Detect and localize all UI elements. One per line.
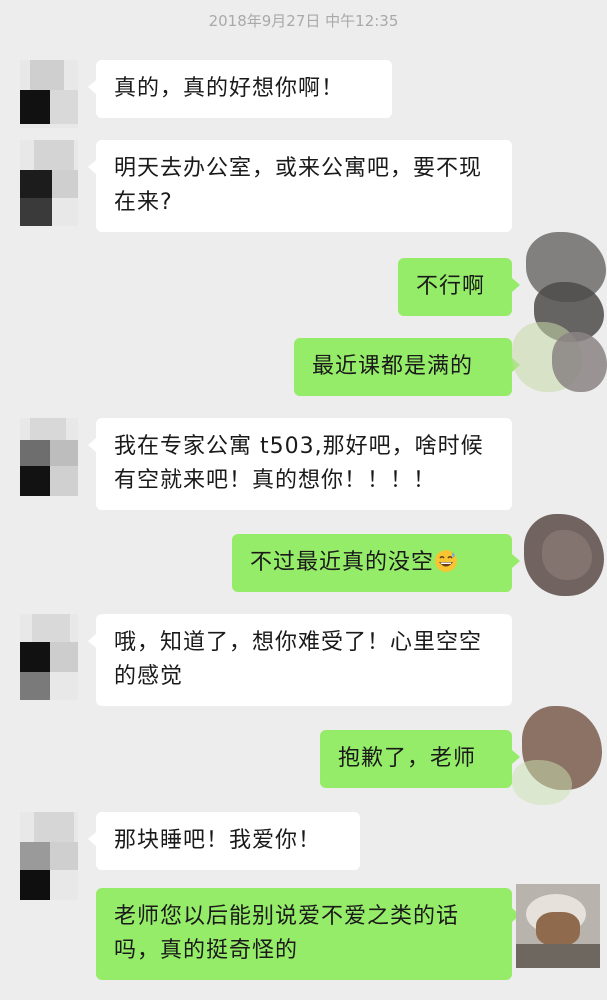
sender-avatar[interactable] (20, 812, 78, 900)
message-row: 那块睡吧！我爱你！ (0, 812, 607, 900)
outgoing-message-bubble[interactable]: 最近课都是满的 (294, 338, 520, 396)
grinning-sweat-emoji-icon (435, 550, 458, 572)
sender-avatar[interactable] (20, 140, 78, 226)
message-text: 不过最近真的没空 (250, 550, 435, 575)
outgoing-message-bubble[interactable]: 抱歉了，老师 (320, 730, 520, 788)
incoming-message-bubble[interactable]: 那块睡吧！我爱你！ (88, 812, 360, 870)
incoming-message-bubble[interactable]: 我在专家公寓 t503,那好吧，啥时候有空就来吧！真的想你！！！！ (88, 418, 512, 510)
message-row: 真的，真的好想你啊！ (0, 60, 607, 130)
sender-avatar[interactable] (20, 614, 78, 700)
self-avatar-obscured (512, 510, 607, 605)
incoming-message-bubble[interactable]: 明天去办公室，或来公寓吧，要不现在来? (88, 140, 512, 232)
self-avatar-obscured (512, 700, 607, 810)
self-avatar-obscured (512, 222, 607, 402)
sender-avatar[interactable] (20, 418, 78, 496)
outgoing-message-bubble[interactable]: 老师您以后能别说爱不爱之类的话吗，真的挺奇怪的 (96, 888, 520, 980)
message-row: 我在专家公寓 t503,那好吧，啥时候有空就来吧！真的想你！！！！ (0, 418, 607, 518)
outgoing-message-bubble[interactable]: 不行啊 (398, 258, 520, 316)
sender-avatar[interactable] (20, 60, 78, 128)
self-avatar[interactable] (516, 884, 600, 968)
incoming-message-bubble[interactable]: 哦，知道了，想你难受了！心里空空的感觉 (88, 614, 512, 706)
incoming-message-bubble[interactable]: 真的，真的好想你啊！ (88, 60, 392, 118)
chat-timestamp: 2018年9月27日 中午12:35 (208, 12, 399, 30)
outgoing-message-bubble[interactable]: 不过最近真的没空 (232, 534, 520, 592)
message-row: 哦，知道了，想你难受了！心里空空的感觉 (0, 614, 607, 714)
